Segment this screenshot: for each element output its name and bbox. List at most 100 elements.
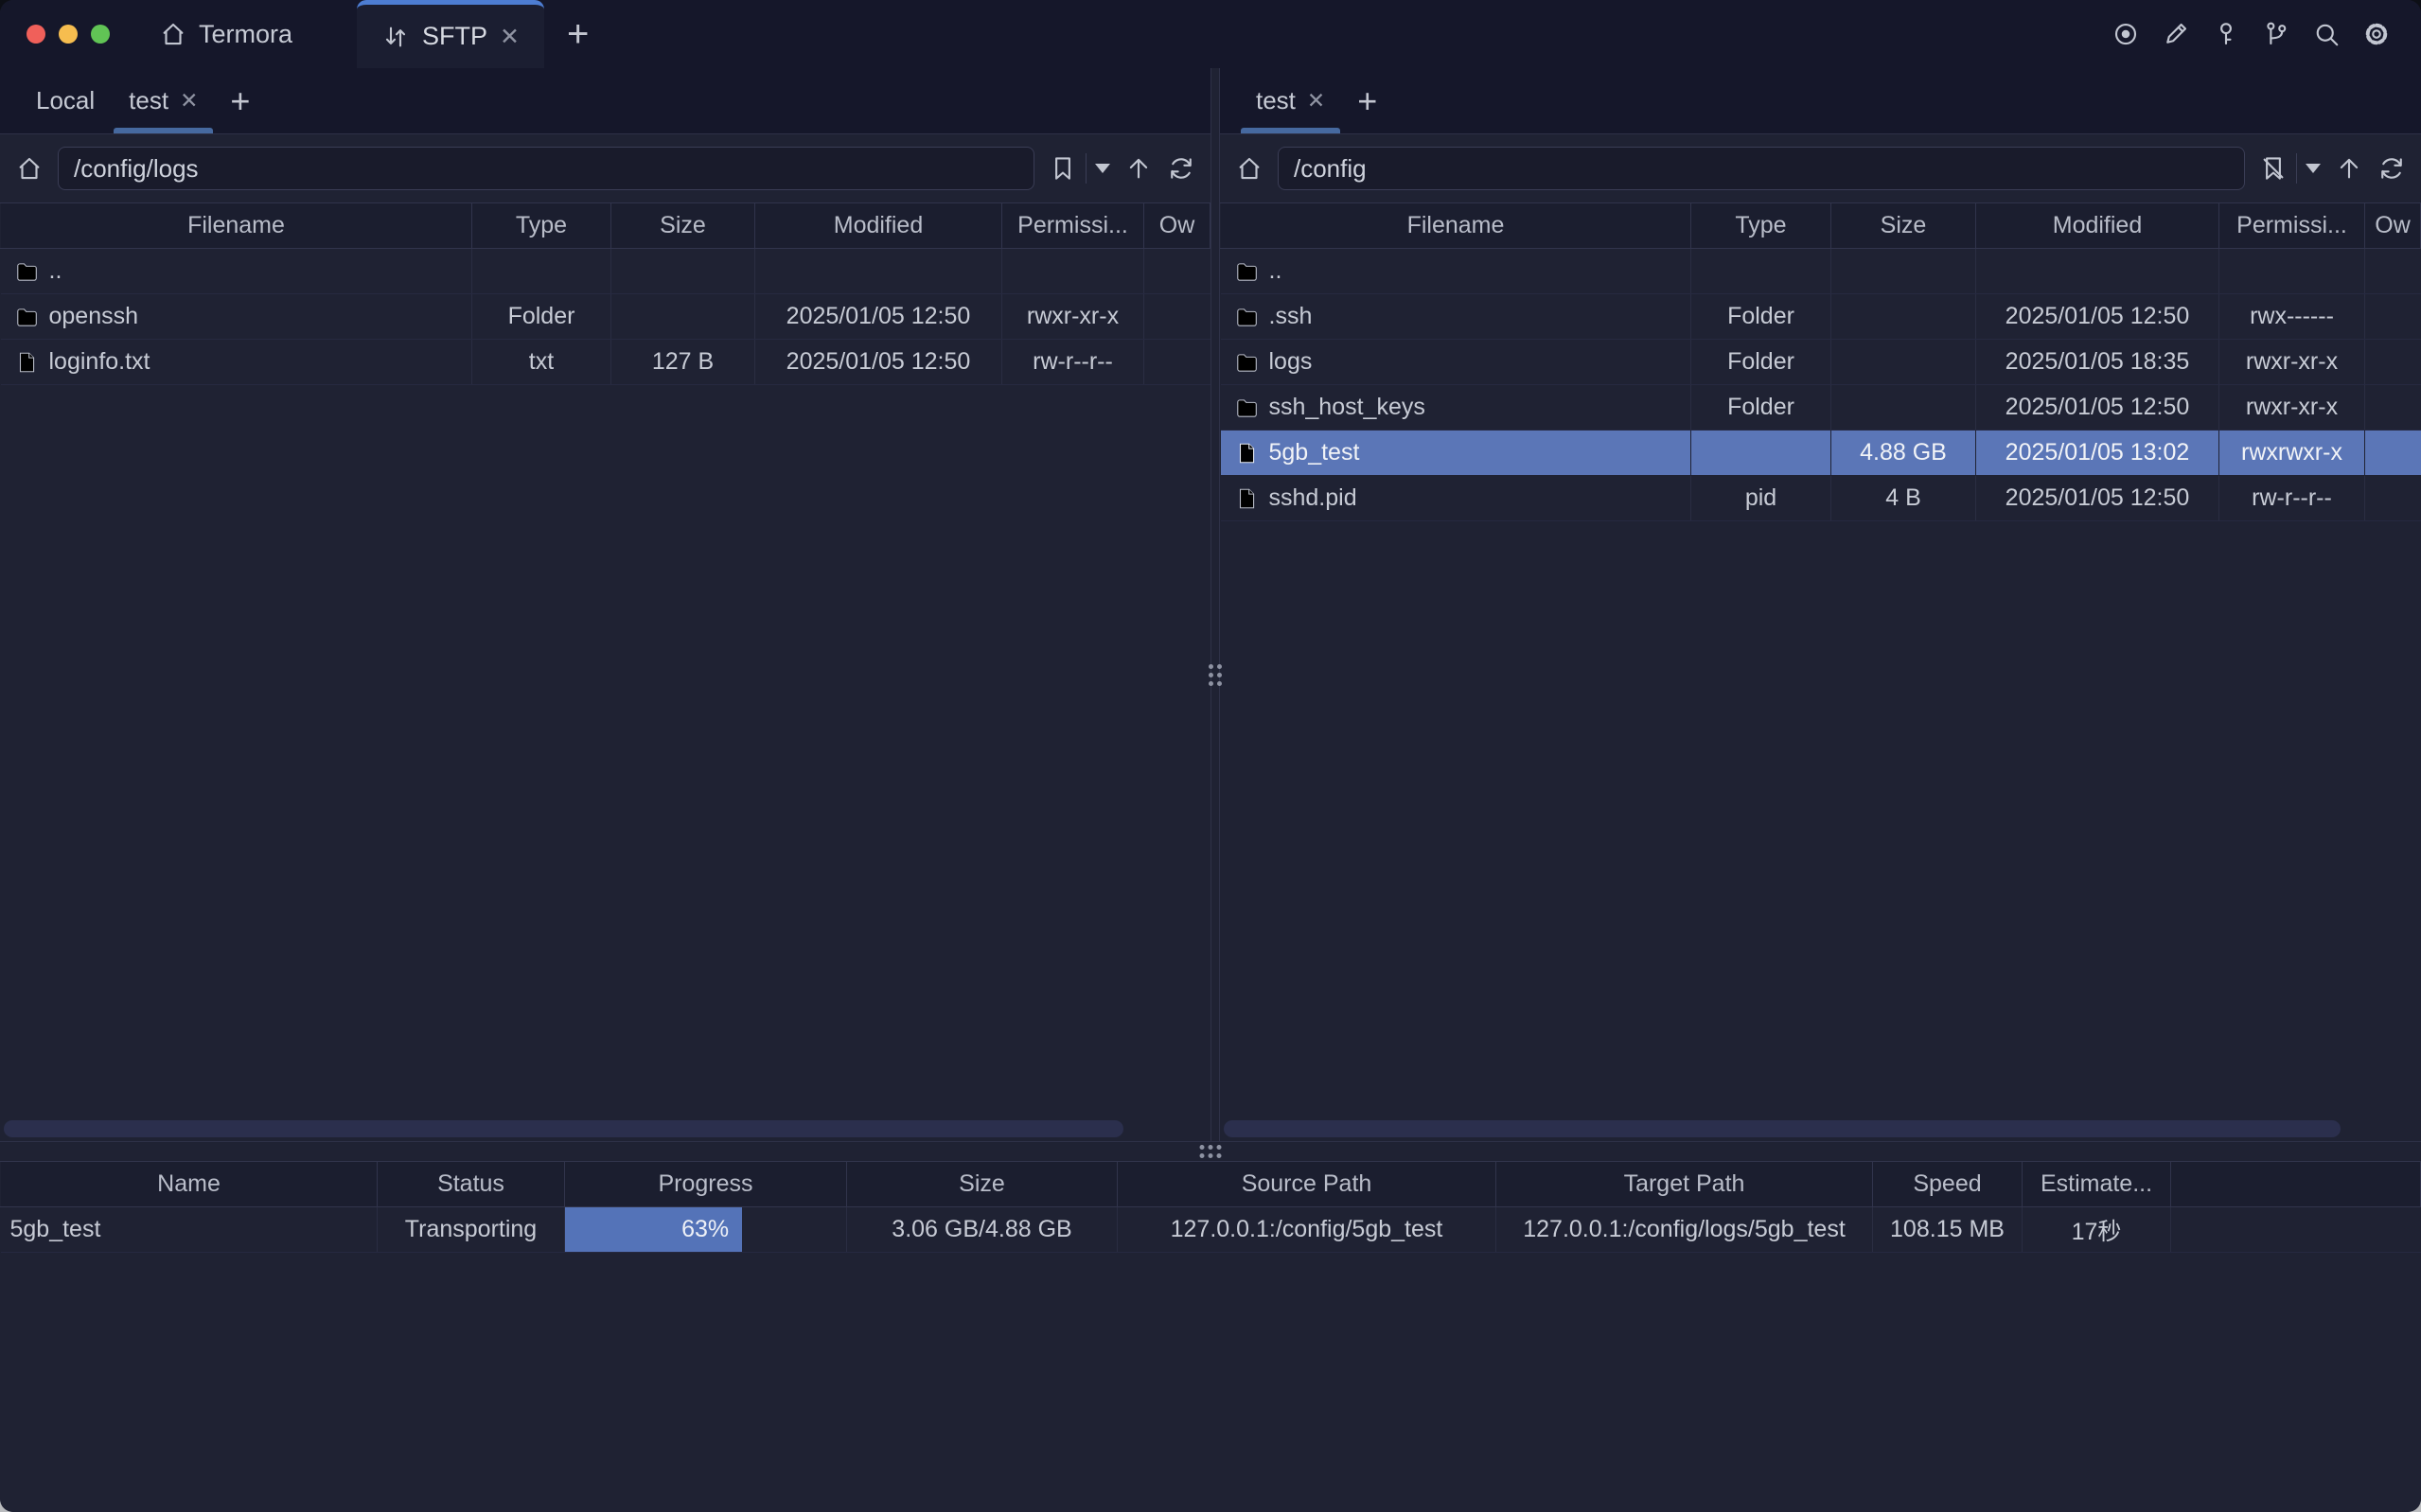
- scrollbar-thumb[interactable]: [1224, 1120, 2341, 1137]
- file-row-parent-dir[interactable]: ..: [1, 249, 1210, 294]
- column-header-permissions[interactable]: Permissi...: [1002, 203, 1144, 249]
- minimize-window-button[interactable]: [59, 25, 78, 44]
- column-header-size[interactable]: Size: [1831, 203, 1976, 249]
- column-header-estimate[interactable]: Estimate...: [2023, 1162, 2171, 1207]
- file-icon: [1234, 441, 1259, 466]
- column-header-owner[interactable]: Ow: [1144, 203, 1210, 249]
- close-test-tab-left-icon[interactable]: [180, 88, 198, 114]
- settings-icon[interactable]: [2362, 20, 2391, 48]
- transfer-speed: 108.15 MB: [1873, 1207, 2023, 1253]
- divider: [2296, 153, 2297, 184]
- column-header-source-path[interactable]: Source Path: [1118, 1162, 1496, 1207]
- home-icon[interactable]: [1235, 154, 1264, 183]
- scrollbar-thumb[interactable]: [4, 1120, 1123, 1137]
- left-new-tab-button[interactable]: [215, 68, 265, 133]
- tab-sftp[interactable]: SFTP: [357, 0, 544, 68]
- file-row-5gb-test-selected[interactable]: 5gb_test 4.88 GB 2025/01/05 13:02 rwxrwx…: [1221, 431, 2421, 476]
- sftp-arrows-icon: [381, 23, 410, 51]
- titlebar-spacer: [611, 0, 2112, 68]
- right-path-input[interactable]: [1278, 147, 2245, 190]
- column-header-type[interactable]: Type: [1691, 203, 1831, 249]
- bookmark-off-icon[interactable]: [2259, 154, 2288, 183]
- tab-local[interactable]: Local: [19, 68, 112, 133]
- transfer-name: 5gb_test: [1, 1207, 378, 1253]
- folder-icon: [14, 259, 39, 284]
- left-horizontal-scrollbar[interactable]: [0, 1120, 1210, 1137]
- right-new-tab-button[interactable]: [1342, 68, 1392, 133]
- tab-test-left[interactable]: test: [112, 68, 215, 133]
- tab-test-right[interactable]: test: [1239, 68, 1342, 133]
- file-row-loginfo-txt[interactable]: loginfo.txt txt 127 B 2025/01/05 12:50 r…: [1, 340, 1210, 385]
- column-header-size[interactable]: Size: [611, 203, 755, 249]
- file-name: ssh_host_keys: [1269, 394, 1425, 421]
- tab-termora-home[interactable]: Termora: [134, 0, 317, 68]
- tab-test-right-label: test: [1256, 86, 1296, 115]
- key-icon[interactable]: [2212, 20, 2240, 48]
- file-icon: [14, 350, 39, 375]
- home-icon[interactable]: [15, 154, 44, 183]
- transfer-progress-cell: 63%: [565, 1207, 847, 1253]
- column-header-filler: [2171, 1162, 2421, 1207]
- progress-bar: 63%: [565, 1207, 742, 1252]
- left-panel-tabs: Local test: [0, 68, 1210, 134]
- column-header-type[interactable]: Type: [472, 203, 611, 249]
- left-path-input[interactable]: [58, 147, 1034, 190]
- zoom-window-button[interactable]: [91, 25, 110, 44]
- column-header-permissions[interactable]: Permissi...: [2219, 203, 2365, 249]
- new-tab-button[interactable]: [544, 0, 611, 68]
- titlebar-actions: [2112, 0, 2421, 68]
- splitter-grip-icon[interactable]: [1200, 1145, 1222, 1158]
- chevron-down-icon[interactable]: [1095, 164, 1110, 173]
- left-panel: Local test: [0, 68, 1210, 1141]
- column-header-modified[interactable]: Modified: [1976, 203, 2219, 249]
- branch-icon[interactable]: [2262, 20, 2290, 48]
- bookmark-icon[interactable]: [1049, 154, 1077, 183]
- app-tab-label: Termora: [199, 20, 292, 49]
- column-header-modified[interactable]: Modified: [755, 203, 1002, 249]
- folder-icon: [1234, 259, 1259, 284]
- folder-icon: [1234, 350, 1259, 375]
- close-sftp-tab-icon[interactable]: [500, 23, 520, 51]
- left-pathbar: [0, 134, 1210, 202]
- panel-splitter[interactable]: [1210, 68, 1220, 1141]
- column-header-name[interactable]: Name: [1, 1162, 378, 1207]
- column-header-size[interactable]: Size: [847, 1162, 1118, 1207]
- column-header-progress[interactable]: Progress: [565, 1162, 847, 1207]
- chevron-down-icon[interactable]: [2306, 164, 2321, 173]
- up-directory-icon[interactable]: [2335, 154, 2363, 183]
- up-directory-icon[interactable]: [1124, 154, 1153, 183]
- file-row-openssh[interactable]: openssh Folder 2025/01/05 12:50 rwxr-xr-…: [1, 294, 1210, 340]
- column-header-speed[interactable]: Speed: [1873, 1162, 2023, 1207]
- transfer-queue: Name Status Progress Size Source Path Ta…: [0, 1141, 2421, 1512]
- right-file-table-area: Filename Type Size Modified Permissi... …: [1220, 202, 2421, 1141]
- transfer-status: Transporting: [378, 1207, 565, 1253]
- file-row-ssh-host-keys[interactable]: ssh_host_keys Folder 2025/01/05 12:50 rw…: [1221, 385, 2421, 431]
- file-row-ssh[interactable]: .ssh Folder 2025/01/05 12:50 rwx------: [1221, 294, 2421, 340]
- refresh-icon[interactable]: [1167, 154, 1195, 183]
- folder-icon: [14, 305, 39, 329]
- left-bookmark-group: [1049, 153, 1110, 184]
- column-header-filename[interactable]: Filename: [1221, 203, 1691, 249]
- folder-icon: [1234, 305, 1259, 329]
- divider: [1086, 153, 1087, 184]
- column-header-target-path[interactable]: Target Path: [1496, 1162, 1873, 1207]
- left-file-table: Filename Type Size Modified Permissi... …: [0, 202, 1210, 385]
- right-horizontal-scrollbar[interactable]: [1220, 1120, 2421, 1137]
- close-window-button[interactable]: [27, 25, 45, 44]
- transfer-row-5gb-test[interactable]: 5gb_test Transporting 63% 3.06 GB/4.88 G…: [1, 1207, 2421, 1253]
- close-test-tab-right-icon[interactable]: [1307, 88, 1325, 114]
- edit-icon[interactable]: [2162, 20, 2190, 48]
- column-header-owner[interactable]: Ow: [2365, 203, 2421, 249]
- refresh-icon[interactable]: [2377, 154, 2406, 183]
- column-header-filename[interactable]: Filename: [1, 203, 472, 249]
- file-name: .ssh: [1269, 303, 1313, 330]
- record-icon[interactable]: [2112, 20, 2140, 48]
- file-row-logs[interactable]: logs Folder 2025/01/05 18:35 rwxr-xr-x: [1221, 340, 2421, 385]
- column-header-status[interactable]: Status: [378, 1162, 565, 1207]
- app-window: Termora SFTP Local test: [0, 0, 2421, 1512]
- right-bookmark-group: [2259, 153, 2321, 184]
- right-pathbar: [1220, 134, 2421, 202]
- search-icon[interactable]: [2312, 20, 2341, 48]
- file-row-sshd-pid[interactable]: sshd.pid pid 4 B 2025/01/05 12:50 rw-r--…: [1221, 476, 2421, 521]
- file-row-parent-dir[interactable]: ..: [1221, 249, 2421, 294]
